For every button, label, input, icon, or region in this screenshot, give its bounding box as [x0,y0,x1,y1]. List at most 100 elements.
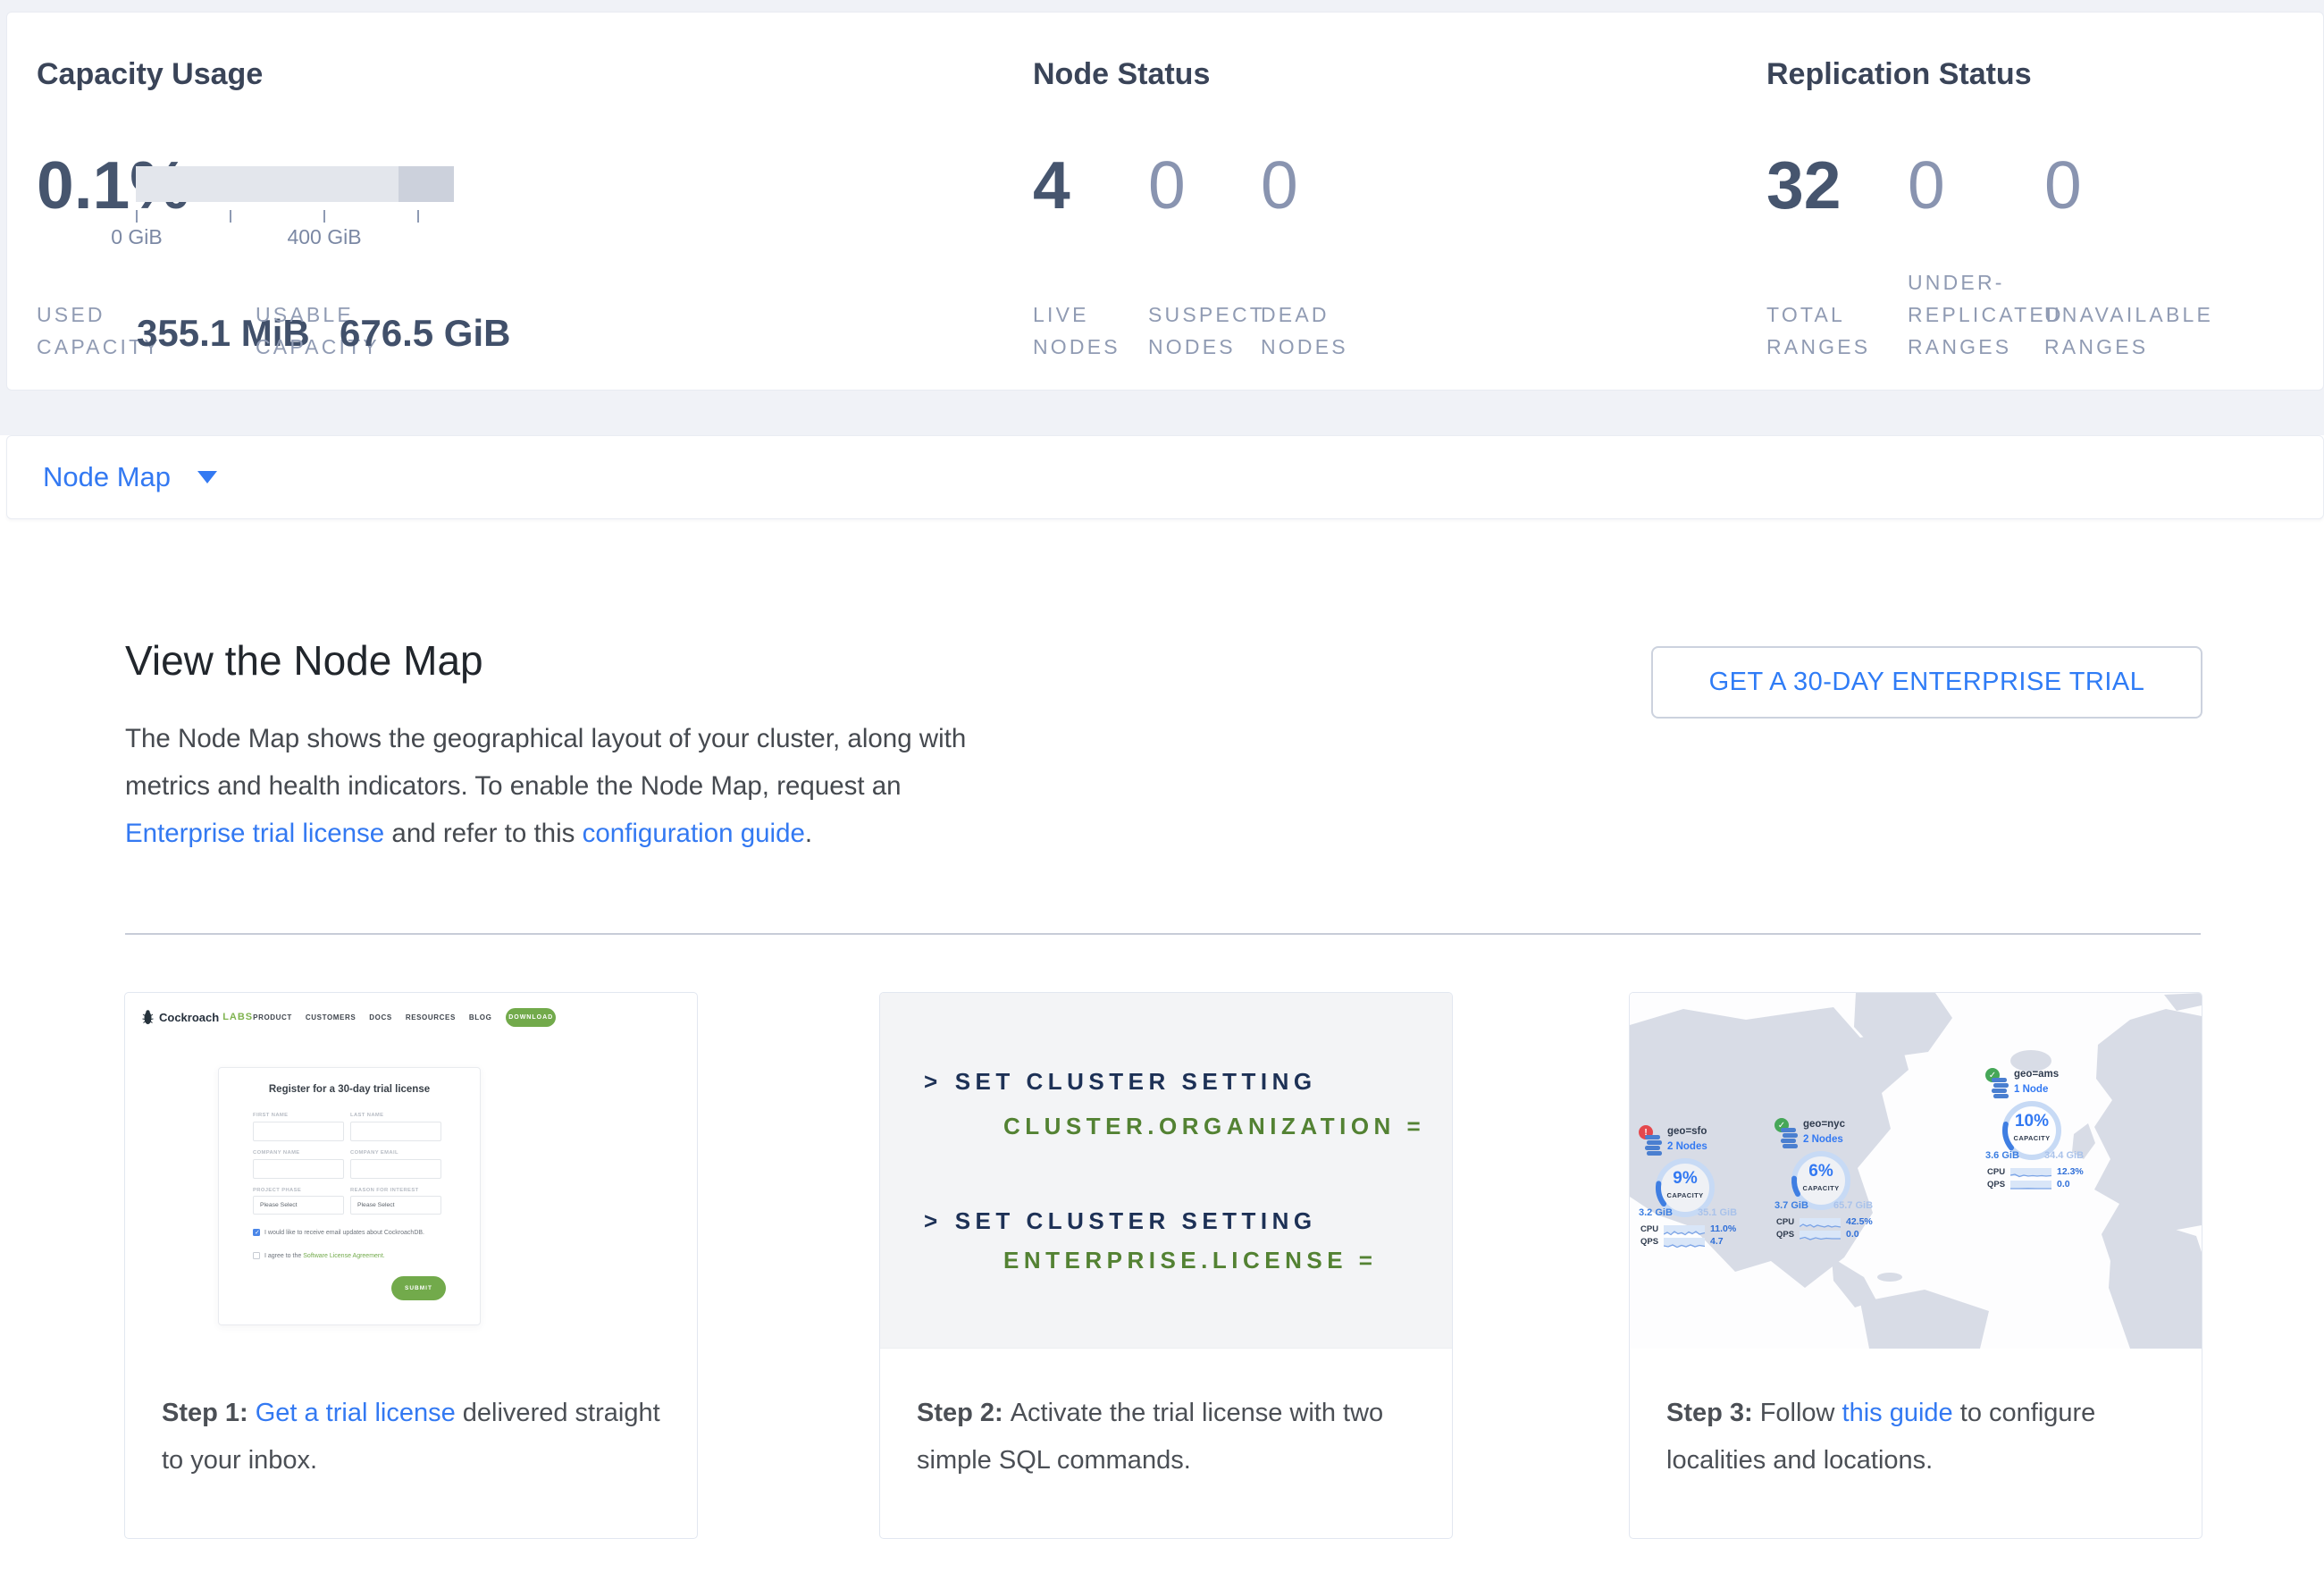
suspect-nodes-label: SUSPECT NODES [1148,298,1265,363]
submit-pill: SUBMIT [391,1276,446,1300]
configuration-guide-link[interactable]: configuration guide [583,819,805,848]
qps-sparkline [2010,1181,2051,1189]
under-replicated-ranges-value: 0 [1908,147,1945,223]
total-ranges-value: 32 [1766,147,1841,223]
step1-prefix: Step 1: [162,1399,248,1427]
cpu-label: CPU [1640,1224,1664,1234]
database-icon [1645,1135,1662,1156]
qps-row: QPS 4.7 [1640,1236,1724,1247]
usable-capacity-value: 676.5 GiB [340,311,510,356]
field-label: COMPANY EMAIL [350,1150,399,1156]
suspect-nodes-value: 0 [1148,147,1186,223]
cpu-value: 11.0% [1710,1223,1736,1234]
qps-label: QPS [1640,1237,1664,1247]
capacity-bar-other-segment [399,166,454,202]
qps-sparkline [1800,1231,1841,1239]
database-icon [1992,1078,2009,1098]
sql-argument: ENTERPRISE.LICENSE = [1003,1247,1377,1274]
checkbox-icon [253,1252,260,1259]
get-trial-license-link[interactable]: Get a trial license [256,1399,456,1427]
first-name-input [253,1122,344,1141]
nodemap-dropdown[interactable]: Node Map [43,461,171,493]
company-name-input [253,1159,344,1179]
capacity-percent: 10% [2000,1112,2064,1131]
capacity-bar [136,166,454,202]
qps-row: QPS 0.0 [1776,1229,1859,1240]
capacity-used: 3.7 GiB [1774,1200,1808,1211]
live-nodes-label: LIVE NODES [1033,298,1120,363]
mini-site-nav: PRODUCT CUSTOMERS DOCS RESOURCES BLOG [253,1013,491,1022]
step3-prefix: Step 3: [1666,1399,1753,1427]
sql-command: SET CLUSTER SETTING [955,1207,1317,1234]
step2-card: >SET CLUSTER SETTING CLUSTER.ORGANIZATIO… [879,992,1453,1539]
nav-item: RESOURCES [406,1013,456,1022]
unavailable-ranges-label: UNAVAILABLE RANGES [2044,298,2213,363]
qps-value: 4.7 [1710,1236,1724,1247]
step1-caption: Step 1:Get a trial license delivered str… [162,1390,670,1484]
qps-sparkline [1664,1238,1705,1246]
get-enterprise-trial-button[interactable]: GET A 30-DAY ENTERPRISE TRIAL [1651,646,2202,719]
capacity-axis-label-0: 0 GiB [83,225,190,249]
capacity-label: CAPACITY [1789,1184,1853,1192]
sql-prompt: > [924,1068,943,1095]
cluster-node-count: 2 Nodes [1803,1134,1843,1145]
capacity-used: 3.6 GiB [1985,1150,2019,1161]
capacity-used: 3.2 GiB [1639,1207,1673,1218]
step2-sql-panel: >SET CLUSTER SETTING CLUSTER.ORGANIZATIO… [880,993,1452,1349]
mini-site-header: Cockroach LABS PRODUCT CUSTOMERS DOCS RE… [142,1005,556,1029]
sql-prompt: > [924,1207,943,1234]
capacity-percent: 6% [1789,1162,1853,1181]
field-label: FIRST NAME [253,1113,288,1118]
step3-card: ! geo=sfo 2 Nodes 9% CAPACITY 3.2 GiB 35… [1629,992,2202,1539]
this-guide-link[interactable]: this guide [1842,1399,1953,1427]
capacity-percent: 9% [1653,1169,1717,1189]
nav-item: BLOG [469,1013,492,1022]
cluster-node-count: 1 Node [2014,1084,2048,1095]
cluster-node-count: 2 Nodes [1667,1141,1707,1152]
capacity-axis-tick [417,210,419,223]
nav-item: CUSTOMERS [306,1013,356,1022]
capacity-axis-tick [230,210,231,223]
total-ranges-label: TOTAL RANGES [1766,298,1870,363]
dead-nodes-value: 0 [1261,147,1298,223]
cluster-name: geo=ams [2014,1069,2059,1080]
cpu-sparkline [2010,1168,2051,1176]
checkbox-label: I agree to the [264,1253,301,1259]
cpu-row: CPU 42.5% [1776,1216,1873,1227]
checkbox-checked-icon [253,1229,260,1236]
capacity-total: 35.1 GiB [1698,1207,1737,1218]
license-agreement-link: Software License Agreement. [303,1253,384,1259]
live-nodes-value: 4 [1033,147,1070,223]
brand-suffix: LABS [222,1012,253,1022]
field-label: REASON FOR INTEREST [350,1188,419,1193]
cpu-row: CPU 12.3% [1987,1166,2084,1177]
sql-command-line: > SET CLUSTER SETTING [924,1207,1317,1235]
chevron-down-icon[interactable] [197,471,217,483]
cpu-value: 12.3% [2057,1166,2084,1177]
cpu-sparkline [1664,1225,1705,1233]
nav-item: PRODUCT [253,1013,292,1022]
capacity-axis-tick [323,210,325,223]
view-selector-row: Node Map [6,435,2324,519]
nodemap-description: The Node Map shows the geographical layo… [125,715,1010,857]
section-divider [125,933,2201,935]
replication-status-title: Replication Status [1766,55,2032,93]
download-pill: DOWNLOAD [506,1008,556,1027]
qps-value: 0.0 [1846,1229,1859,1240]
cockroach-labs-logo: Cockroach LABS [142,1010,253,1025]
step3-map-preview: ! geo=sfo 2 Nodes 9% CAPACITY 3.2 GiB 35… [1630,993,2202,1349]
cpu-row: CPU 11.0% [1640,1223,1736,1234]
sql-command-line: > SET CLUSTER SETTING [924,1068,1317,1096]
field-label: COMPANY NAME [253,1150,300,1156]
sql-command: SET CLUSTER SETTING [955,1068,1317,1095]
field-label: PROJECT PHASE [253,1188,301,1193]
page-title: View the Node Map [125,636,483,685]
form-title: Register for a 30-day trial license [219,1084,480,1095]
qps-value: 0.0 [2057,1179,2070,1190]
checkbox-label: I would like to receive email updates ab… [264,1230,424,1236]
email-updates-checkbox-row: I would like to receive email updates ab… [253,1229,424,1236]
capacity-label: CAPACITY [2000,1134,2064,1142]
license-agreement-checkbox-row: I agree to the Software License Agreemen… [253,1252,385,1259]
description-text: . [805,819,812,848]
enterprise-trial-license-link[interactable]: Enterprise trial license [125,819,384,848]
